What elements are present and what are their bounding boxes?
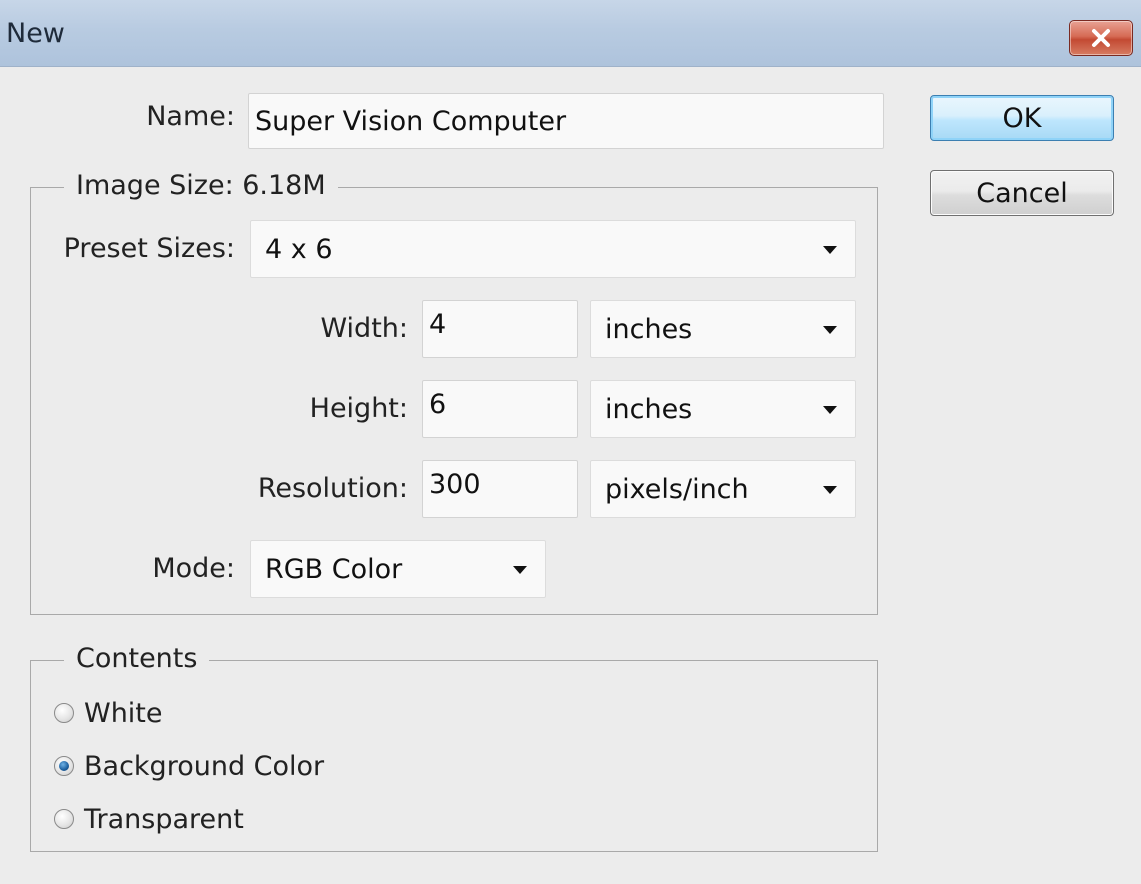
contents-option-white[interactable]: White xyxy=(54,693,163,733)
mode-select[interactable]: RGB Color xyxy=(250,540,546,598)
preset-sizes-value: 4 x 6 xyxy=(265,233,333,265)
chevron-down-icon xyxy=(823,246,837,254)
width-unit-select[interactable]: inches xyxy=(590,300,856,358)
close-icon xyxy=(1092,29,1110,47)
width-input[interactable]: 4 xyxy=(422,300,578,358)
preset-sizes-select[interactable]: 4 x 6 xyxy=(250,220,856,278)
window-title: New xyxy=(6,18,65,49)
chevron-down-icon xyxy=(823,326,837,334)
contents-option-transparent[interactable]: Transparent xyxy=(54,799,244,839)
close-button[interactable] xyxy=(1069,20,1133,56)
resolution-input[interactable]: 300 xyxy=(422,460,578,518)
cancel-button[interactable]: Cancel xyxy=(930,170,1114,216)
height-unit-value: inches xyxy=(605,393,693,425)
mode-label: Mode: xyxy=(152,553,235,584)
height-label: Height: xyxy=(309,393,408,424)
radio-label: Background Color xyxy=(84,750,325,782)
height-input[interactable]: 6 xyxy=(422,380,578,438)
contents-legend: Contents xyxy=(64,643,210,674)
radio-label: White xyxy=(84,697,163,729)
width-label: Width: xyxy=(320,313,408,344)
title-bar[interactable]: New xyxy=(0,0,1141,67)
radio-button-selected[interactable] xyxy=(54,756,74,776)
resolution-unit-select[interactable]: pixels/inch xyxy=(590,460,856,518)
radio-button[interactable] xyxy=(54,703,74,723)
ok-button[interactable]: OK xyxy=(930,95,1114,141)
height-unit-select[interactable]: inches xyxy=(590,380,856,438)
name-input[interactable]: Super Vision Computer xyxy=(248,93,884,149)
resolution-label: Resolution: xyxy=(257,473,408,504)
preset-sizes-label: Preset Sizes: xyxy=(63,233,235,264)
radio-button[interactable] xyxy=(54,809,74,829)
image-size-legend: Image Size: 6.18M xyxy=(64,170,338,201)
resolution-unit-value: pixels/inch xyxy=(605,473,749,505)
chevron-down-icon xyxy=(823,406,837,414)
contents-option-background-color[interactable]: Background Color xyxy=(54,746,324,786)
name-label: Name: xyxy=(146,101,235,132)
chevron-down-icon xyxy=(513,566,527,574)
width-unit-value: inches xyxy=(605,313,693,345)
radio-label: Transparent xyxy=(84,803,244,835)
chevron-down-icon xyxy=(823,486,837,494)
mode-value: RGB Color xyxy=(265,553,403,585)
